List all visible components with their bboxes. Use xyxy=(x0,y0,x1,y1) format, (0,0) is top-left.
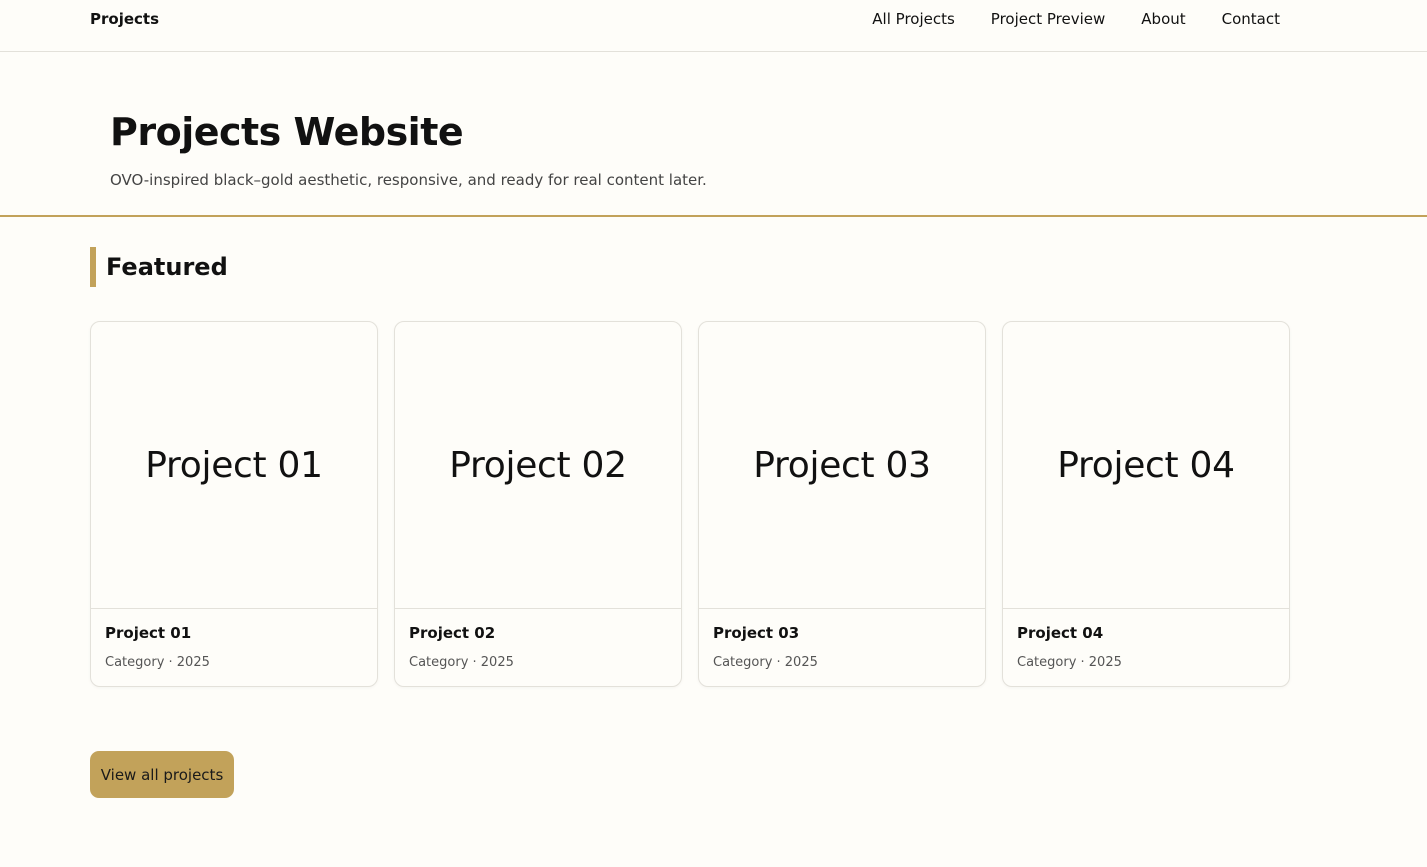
featured-heading: Featured xyxy=(106,253,228,281)
main-nav: All Projects Project Preview About Conta… xyxy=(872,10,1280,28)
featured-project-grid: Project 01 Project 01 Category · 2025 Pr… xyxy=(90,321,1290,687)
project-card-title: Project 03 xyxy=(713,624,800,642)
top-navigation-bar: Projects All Projects Project Preview Ab… xyxy=(0,0,1427,52)
project-card-thumbnail: Project 04 xyxy=(1003,322,1289,609)
project-card-thumbnail: Project 02 xyxy=(395,322,681,609)
nav-link-project-preview[interactable]: Project Preview xyxy=(991,10,1105,28)
project-card[interactable]: Project 03 Project 03 Category · 2025 xyxy=(698,321,986,687)
project-card-meta: Category · 2025 xyxy=(105,655,210,670)
project-card-thumbnail: Project 03 xyxy=(699,322,985,609)
hero-section: Projects Website OVO-inspired black–gold… xyxy=(0,52,1427,217)
project-card-meta: Category · 2025 xyxy=(713,655,818,670)
project-card-thumbnail-label: Project 02 xyxy=(449,444,627,486)
view-all-projects-button[interactable]: View all projects xyxy=(90,751,234,798)
site-brand[interactable]: Projects xyxy=(90,10,159,28)
heading-accent-bar xyxy=(90,247,96,287)
project-card[interactable]: Project 04 Project 04 Category · 2025 xyxy=(1002,321,1290,687)
page-title: Projects Website xyxy=(110,110,464,154)
nav-link-contact[interactable]: Contact xyxy=(1222,10,1280,28)
project-card[interactable]: Project 01 Project 01 Category · 2025 xyxy=(90,321,378,687)
page-subtitle: OVO-inspired black–gold aesthetic, respo… xyxy=(110,171,707,189)
project-card-thumbnail-label: Project 01 xyxy=(145,444,323,486)
project-card-body: Project 04 Category · 2025 xyxy=(1003,609,1289,670)
project-card[interactable]: Project 02 Project 02 Category · 2025 xyxy=(394,321,682,687)
project-card-title: Project 02 xyxy=(409,624,496,642)
featured-heading-block: Featured xyxy=(90,247,228,287)
project-card-body: Project 02 Category · 2025 xyxy=(395,609,681,670)
project-card-title: Project 01 xyxy=(105,624,192,642)
project-card-title: Project 04 xyxy=(1017,624,1104,642)
project-card-thumbnail-label: Project 03 xyxy=(753,444,931,486)
project-card-thumbnail: Project 01 xyxy=(91,322,377,609)
nav-link-about[interactable]: About xyxy=(1141,10,1185,28)
project-card-body: Project 03 Category · 2025 xyxy=(699,609,985,670)
project-card-body: Project 01 Category · 2025 xyxy=(91,609,377,670)
project-card-meta: Category · 2025 xyxy=(1017,655,1122,670)
nav-link-all-projects[interactable]: All Projects xyxy=(872,10,955,28)
project-card-thumbnail-label: Project 04 xyxy=(1057,444,1235,486)
project-card-meta: Category · 2025 xyxy=(409,655,514,670)
